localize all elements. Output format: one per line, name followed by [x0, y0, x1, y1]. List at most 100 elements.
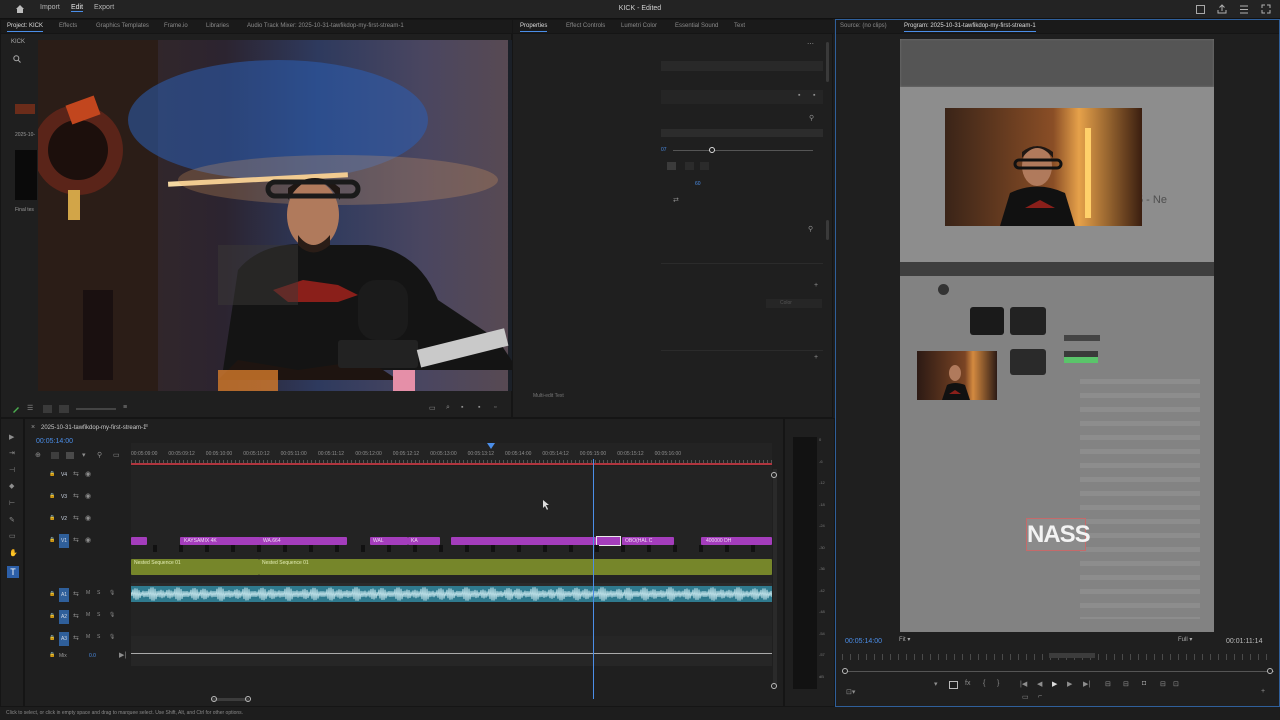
- track-header-v2[interactable]: 🔒 V2 ⇆ ◉: [25, 510, 131, 528]
- tab-libraries[interactable]: Libraries: [206, 23, 229, 29]
- mix-value[interactable]: 0.0: [89, 653, 96, 659]
- v2-clip[interactable]: KAYSAMIX 4K: [180, 537, 260, 545]
- property-value[interactable]: 60: [695, 181, 701, 187]
- tab-properties[interactable]: Properties: [520, 23, 548, 32]
- scroll-handle[interactable]: [771, 472, 777, 478]
- scrub-handle-right[interactable]: [1267, 668, 1273, 674]
- sequence-tab[interactable]: 2025-10-31-tawfikdop-my-first-stream-1: [41, 425, 146, 431]
- track-label[interactable]: V3: [59, 490, 69, 504]
- trash-icon[interactable]: ▫: [494, 404, 496, 411]
- quality-dropdown[interactable]: Full ▾: [1178, 636, 1208, 646]
- microphone-icon[interactable]: 🎙: [109, 634, 115, 640]
- v2-clip[interactable]: [131, 537, 147, 545]
- sync-lock-icon[interactable]: ⇆: [73, 634, 79, 642]
- track-header-v1[interactable]: 🔒 V1 ⇆ ◉: [25, 532, 131, 550]
- snap-icon[interactable]: [51, 452, 59, 459]
- text-align-icon[interactable]: [700, 162, 709, 170]
- tab-effect-controls[interactable]: Effect Controls: [566, 23, 605, 29]
- razor-tool-icon[interactable]: ◆: [9, 482, 14, 490]
- selection-tool-icon[interactable]: ▶: [9, 433, 14, 441]
- lock-icon[interactable]: 🔒: [49, 652, 55, 658]
- sync-lock-icon[interactable]: ⇆: [73, 612, 79, 620]
- pen-tool-icon[interactable]: [12, 405, 20, 415]
- scrub-handle-left[interactable]: [842, 668, 848, 674]
- tab-graphics-templates[interactable]: Graphics Templates: [96, 23, 149, 29]
- type-tool-icon[interactable]: T: [7, 566, 19, 578]
- mute-button[interactable]: M: [86, 590, 90, 596]
- rectangle-tool-icon[interactable]: ▭: [9, 532, 16, 540]
- track-label[interactable]: A2: [59, 610, 69, 624]
- scrollbar[interactable]: [826, 220, 829, 240]
- tab-text[interactable]: Text: [734, 23, 745, 29]
- zoom-handle[interactable]: [211, 696, 217, 702]
- lock-icon[interactable]: 🔒: [49, 613, 55, 619]
- text-align-icon[interactable]: [667, 162, 676, 170]
- trim-icon[interactable]: ⌐: [1038, 693, 1042, 700]
- property-dropdown[interactable]: [661, 129, 823, 137]
- step-back-icon[interactable]: ◀: [1037, 680, 1042, 688]
- search-icon[interactable]: [13, 55, 21, 65]
- zoom-bar[interactable]: [1049, 653, 1095, 658]
- eye-icon[interactable]: ◉: [85, 514, 91, 522]
- track-label[interactable]: A3: [59, 632, 69, 646]
- a1-audio-clip[interactable]: [130, 586, 773, 602]
- work-area-bar[interactable]: [131, 463, 772, 465]
- step-forward-icon[interactable]: ▶: [1067, 680, 1072, 688]
- track-header-v4[interactable]: 🔒 V4 ⇆ ◉: [25, 466, 131, 484]
- go-to-in-icon[interactable]: |◀: [1020, 680, 1027, 688]
- v2-clip[interactable]: 400000 DH: [701, 537, 772, 545]
- vertical-scrollbar[interactable]: [773, 469, 777, 687]
- lock-icon[interactable]: 🔒: [49, 493, 55, 499]
- tab-effects[interactable]: Effects: [59, 23, 77, 29]
- extract-icon[interactable]: ⊟: [1123, 680, 1129, 688]
- go-to-end-icon[interactable]: ▶|: [119, 651, 126, 659]
- track-label[interactable]: V4: [59, 468, 69, 482]
- lock-icon[interactable]: 🔒: [49, 635, 55, 641]
- slider-thumb[interactable]: [709, 147, 715, 153]
- microphone-icon[interactable]: 🎙: [109, 590, 115, 596]
- v2-clip[interactable]: WA.664: [259, 537, 347, 545]
- track-header-a2[interactable]: 🔒 A2 ⇆ M S 🎙: [25, 608, 131, 626]
- scroll-handle[interactable]: [771, 683, 777, 689]
- mute-button[interactable]: M: [86, 612, 90, 618]
- microphone-icon[interactable]: 🎙: [109, 612, 115, 618]
- horizontal-zoom-bar[interactable]: [212, 698, 249, 701]
- search-icon[interactable]: ⌕: [446, 404, 450, 412]
- captions-icon[interactable]: ▭: [113, 451, 120, 459]
- track-area[interactable]: KAYSAMIX 4K WA.664 WAL KA OBO(HAL C 4000…: [130, 459, 773, 699]
- safe-margins-icon[interactable]: ▭: [1022, 693, 1029, 701]
- tab-essential-sound[interactable]: Essential Sound: [675, 23, 718, 29]
- selection-icon[interactable]: ⊡▾: [846, 688, 855, 696]
- track-select-icon[interactable]: ⇥: [9, 449, 15, 457]
- multi-edit-text-label[interactable]: Multi-edit Text: [533, 393, 564, 399]
- mark-out-icon[interactable]: fx: [965, 680, 970, 687]
- solo-button[interactable]: S: [97, 612, 100, 618]
- sync-lock-icon[interactable]: ⇆: [73, 536, 79, 544]
- lock-icon[interactable]: 🔒: [49, 591, 55, 597]
- mark-out-bracket-icon[interactable]: }: [997, 680, 999, 687]
- tab-program[interactable]: Program: 2025-10-31-tawfikdop-my-first-s…: [904, 23, 1036, 32]
- align-icon[interactable]: ▪: [813, 92, 815, 99]
- zoom-slider[interactable]: [76, 408, 116, 410]
- v2-clip[interactable]: WAL: [370, 537, 408, 545]
- ripple-edit-icon[interactable]: ⊣: [9, 466, 15, 474]
- solo-button[interactable]: S: [97, 634, 100, 640]
- add-button-icon[interactable]: +: [1261, 688, 1265, 695]
- scrollbar[interactable]: [826, 42, 829, 82]
- time-ruler[interactable]: 00:05:09:00 00:05:09:12 00:05:10:00 00:05:1…: [131, 443, 772, 465]
- settings-icon[interactable]: ☰: [27, 404, 33, 412]
- tab-menu-icon[interactable]: ≡: [144, 423, 148, 430]
- v2-clip[interactable]: OBO(HAL C: [622, 537, 674, 545]
- panel-menu-icon[interactable]: ⋯: [807, 40, 814, 48]
- program-timecode[interactable]: 00:05:14:00: [845, 638, 882, 645]
- fullscreen-icon[interactable]: [1261, 4, 1271, 16]
- track-header-v3[interactable]: 🔒 V3 ⇆ ◉: [25, 488, 131, 506]
- insert-sequence-icon[interactable]: ⊕: [35, 451, 41, 459]
- compare-view-icon[interactable]: ⊟: [1160, 680, 1166, 688]
- track-label[interactable]: A1: [59, 588, 69, 602]
- lift-icon[interactable]: ⊟: [1105, 680, 1111, 688]
- color-dropdown[interactable]: Color: [766, 299, 822, 308]
- slip-tool-icon[interactable]: ⊢: [9, 499, 15, 507]
- program-video-frame[interactable]: CANON EOS R5 - Ne NASS: [900, 39, 1214, 632]
- hamburger-icon[interactable]: [1239, 5, 1249, 16]
